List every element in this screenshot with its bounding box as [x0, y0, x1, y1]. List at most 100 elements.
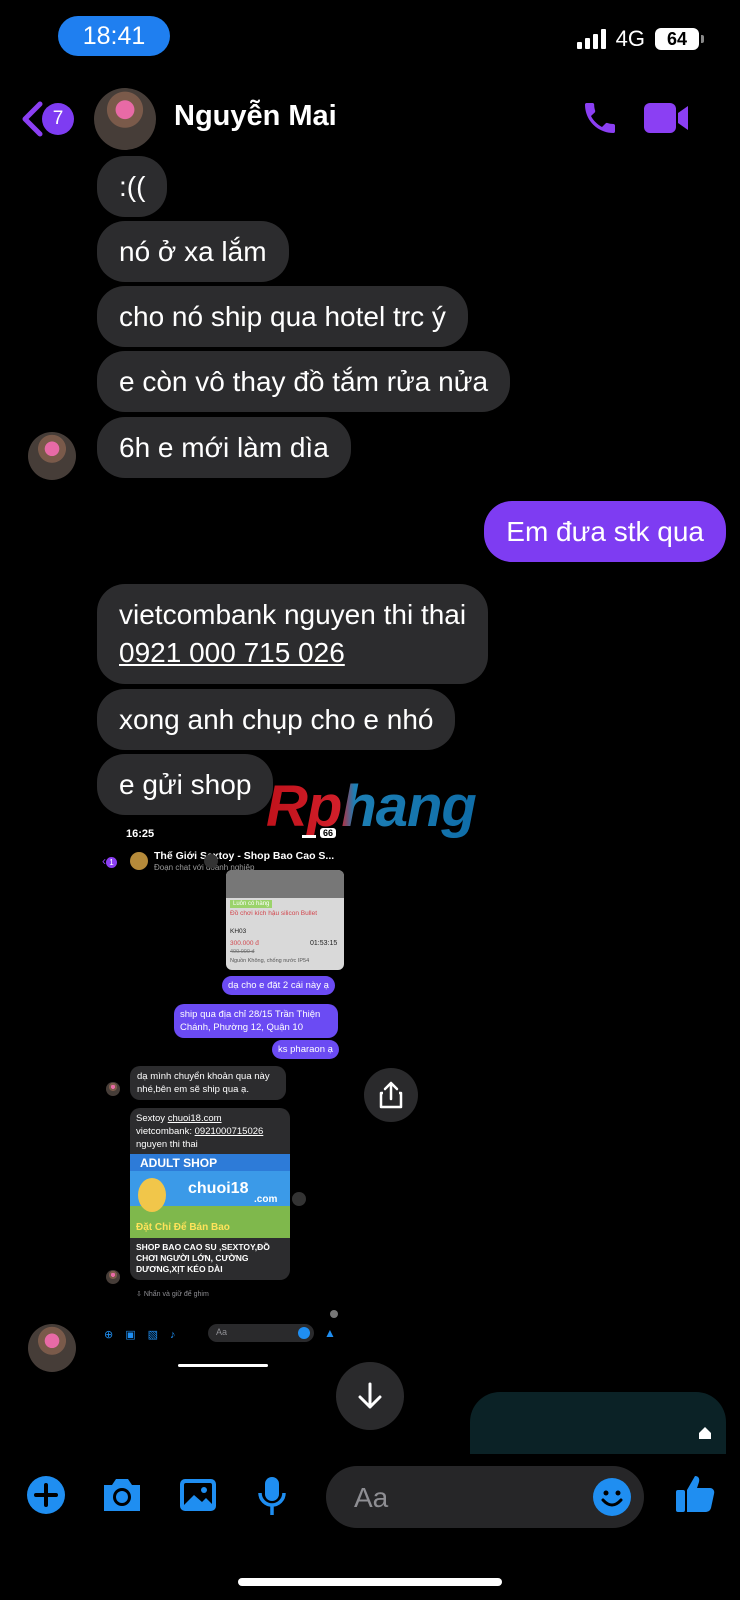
- phone-icon: [585, 103, 615, 133]
- message-out[interactable]: Em đưa stk qua: [484, 501, 726, 562]
- message-in[interactable]: vietcombank nguyen thi thai 0921 000 715…: [97, 584, 489, 684]
- share-button[interactable]: [364, 1068, 418, 1122]
- product-tag: Luôn có hàng: [230, 900, 273, 908]
- contact-name[interactable]: Nguyễn Mai: [174, 100, 337, 133]
- battery-level: 64: [666, 28, 688, 49]
- embedded-composer-icons: ⊕▣▧♪: [104, 1329, 188, 1341]
- product-name: Đồ chơi kích hậu silicon Bullet: [230, 910, 317, 917]
- video-call-button[interactable]: [642, 100, 690, 141]
- contact-avatar[interactable]: [94, 88, 156, 150]
- emoji-icon[interactable]: [592, 1477, 632, 1517]
- embedded-link: chuoi18.com: [167, 1113, 222, 1124]
- message-in[interactable]: e còn vô thay đồ tắm rửa nửa: [97, 351, 511, 412]
- product-note: Nguồn Không, chống nước IP54: [230, 958, 310, 964]
- home-icon: [699, 1427, 711, 1439]
- embedded-share-icon: [292, 1192, 306, 1206]
- embedded-seen-avatar: [330, 1310, 338, 1318]
- chevron-left-icon: [22, 101, 43, 137]
- embedded-home-indicator: [178, 1364, 268, 1367]
- signal-icon: [576, 29, 606, 49]
- product-code: KH03: [230, 928, 247, 935]
- sender-avatar: [28, 432, 76, 480]
- embedded-line: nguyen thi thai: [136, 1139, 198, 1150]
- message-text: Em đưa stk qua: [506, 516, 704, 547]
- embedded-time: 16:25: [126, 828, 155, 840]
- gallery-button[interactable]: [178, 1475, 218, 1515]
- message-text: e gửi shop: [119, 769, 252, 800]
- arrow-down-icon: [358, 1382, 382, 1409]
- message-input-container[interactable]: [326, 1466, 644, 1528]
- embedded-pin-hint: ⇩ Nhấn và giữ để ghim: [136, 1291, 209, 1298]
- message-text: nó ở xa lắm: [119, 236, 267, 267]
- message-in[interactable]: :((: [97, 156, 168, 217]
- embedded-msg-out: ship qua địa chỉ 28/15 Trần Thiện Chánh,…: [174, 1004, 338, 1038]
- message-in[interactable]: xong anh chụp cho e nhó: [97, 689, 456, 750]
- battery-tip: [701, 35, 704, 43]
- shop-caption: SHOP BAO CAO SU ,SEXTOY,ĐỒ CHƠI NGƯỜI LỚ…: [136, 1242, 270, 1274]
- camera-icon: [104, 1479, 140, 1511]
- sender-avatar: [28, 1324, 76, 1372]
- embedded-msg-out: dạ cho e đặt 2 cái này ạ: [222, 976, 335, 995]
- add-button[interactable]: [26, 1475, 66, 1515]
- embedded-msg-out: ks pharaon ạ: [272, 1040, 339, 1059]
- embedded-line: Sextoy: [136, 1113, 168, 1124]
- banner-bottom: Đặt Chỉ Để Bán Bao: [136, 1222, 230, 1233]
- voice-button[interactable]: [256, 1475, 288, 1517]
- unread-badge: 7: [42, 103, 74, 135]
- like-button[interactable]: [674, 1472, 716, 1514]
- share-icon: [379, 1081, 403, 1109]
- scroll-down-button[interactable]: [336, 1362, 404, 1430]
- microphone-icon: [258, 1477, 286, 1515]
- thumbs-up-icon: [676, 1476, 715, 1512]
- battery-icon: 64: [655, 28, 699, 50]
- product-time: 01:53:15: [310, 940, 338, 947]
- message-text: cho nó ship qua hotel trc ý: [119, 301, 446, 332]
- banner-com: .com: [254, 1194, 278, 1205]
- message-input[interactable]: [352, 1478, 576, 1518]
- time-label: 18:41: [82, 21, 146, 50]
- embedded-title: Thế Giới Sextoy - Shop Bao Cao S...: [154, 850, 335, 862]
- message-text: e còn vô thay đồ tắm rửa nửa: [119, 366, 489, 397]
- product-old-price: 400.000 đ: [230, 949, 255, 955]
- embedded-sender-avatar: [106, 1082, 120, 1096]
- embedded-input: Aa: [208, 1324, 314, 1342]
- embedded-bank-bubble: Sextoy chuoi18.com vietcombank: 09210007…: [130, 1108, 290, 1280]
- embedded-like-icon: ▲: [324, 1326, 336, 1340]
- embedded-link: 0921000715026: [194, 1126, 264, 1137]
- embedded-line: vietcombank:: [136, 1126, 195, 1137]
- call-button[interactable]: [580, 98, 620, 143]
- message-in[interactable]: e gửi shop: [97, 754, 274, 815]
- embedded-product-card: Luôn có hàng Đồ chơi kích hậu silicon Bu…: [226, 870, 344, 970]
- video-camera-icon: [644, 103, 688, 133]
- network-label: 4G: [615, 26, 645, 51]
- embedded-back: ‹ 1: [102, 854, 117, 868]
- product-price: 300.000 đ: [230, 940, 259, 947]
- embedded-shop-avatar: [130, 852, 148, 870]
- camera-button[interactable]: [100, 1475, 144, 1515]
- status-time: 18:41: [58, 16, 170, 56]
- plus-circle-icon: [27, 1476, 65, 1514]
- embedded-input-placeholder: Aa: [216, 1327, 228, 1337]
- partial-message-preview: [470, 1392, 726, 1454]
- message-in[interactable]: cho nó ship qua hotel trc ý: [97, 286, 468, 347]
- embedded-share-icon: [204, 854, 218, 868]
- pin-hint-text: Nhấn và giữ để ghim: [143, 1291, 209, 1298]
- account-number-link[interactable]: 0921 000 715 026: [119, 637, 345, 668]
- message-in[interactable]: 6h e mới làm dìa: [97, 417, 351, 478]
- unread-count: 7: [52, 108, 64, 129]
- embedded-status: 66: [302, 828, 337, 838]
- embedded-sender-avatar: [106, 1270, 120, 1284]
- banner-top: ADULT SHOP: [140, 1156, 218, 1170]
- embedded-battery: 66: [320, 828, 337, 838]
- message-text: :((: [119, 171, 146, 202]
- message-text: xong anh chụp cho e nhó: [119, 704, 434, 735]
- message-text: vietcombank nguyen thi thai: [119, 599, 467, 630]
- embedded-banner: ADULT SHOP chuoi18 .com Đặt Chỉ Để Bán B…: [130, 1154, 290, 1238]
- status-indicators: 4G 64: [576, 26, 704, 52]
- image-message[interactable]: 16:25 66 ‹ 1 Thế Giới Sextoy - Shop Bao C…: [96, 818, 360, 1378]
- home-indicator: [238, 1578, 502, 1586]
- back-button[interactable]: 7: [20, 96, 80, 142]
- banner-mid: chuoi18: [188, 1180, 249, 1197]
- embedded-msg-in: dạ mình chuyển khoản qua này nhé,bên em …: [130, 1066, 286, 1100]
- message-in[interactable]: nó ở xa lắm: [97, 221, 289, 282]
